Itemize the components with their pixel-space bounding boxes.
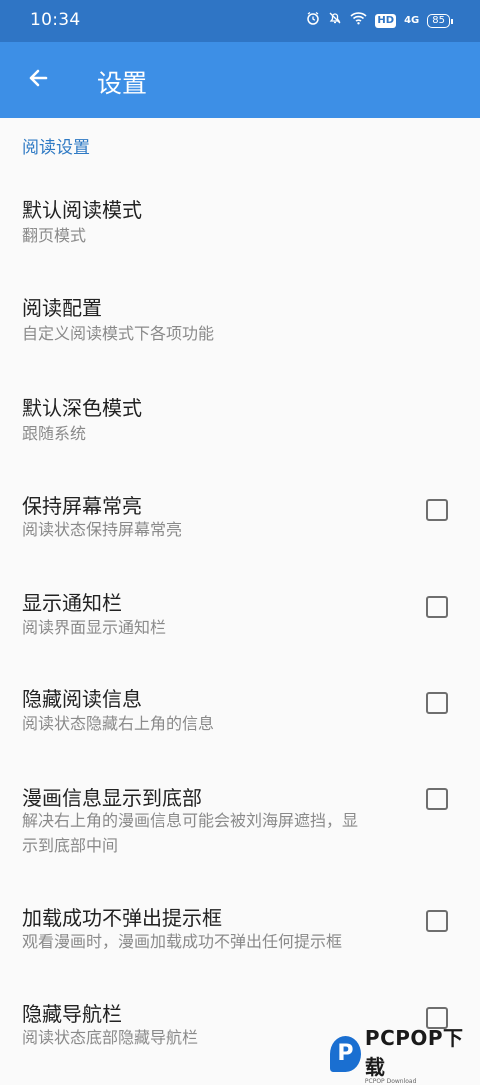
setting-subtitle: 跟随系统 <box>22 424 87 443</box>
show-notification-bar-checkbox[interactable] <box>426 596 448 618</box>
app-bar: 设置 <box>0 42 480 118</box>
setting-title: 显示通知栏 <box>22 591 122 615</box>
setting-hide-reading-info[interactable]: 隐藏阅读信息 阅读状态隐藏右上角的信息 <box>0 672 480 754</box>
section-header: 阅读设置 <box>22 138 90 158</box>
setting-title: 保持屏幕常亮 <box>22 494 142 518</box>
setting-subtitle-line1: 解决右上角的漫画信息可能会被刘海屏遮挡，显 <box>22 811 359 830</box>
alarm-icon <box>306 11 320 31</box>
setting-title: 默认阅读模式 <box>22 198 142 222</box>
setting-reading-config[interactable]: 阅读配置 自定义阅读模式下各项功能 <box>0 278 480 360</box>
setting-show-notification-bar[interactable]: 显示通知栏 阅读界面显示通知栏 <box>0 576 480 658</box>
back-button[interactable] <box>16 58 60 102</box>
setting-title: 加载成功不弹出提示框 <box>22 906 222 930</box>
arrow-left-icon <box>26 66 50 94</box>
setting-title: 隐藏阅读信息 <box>22 687 142 711</box>
setting-default-dark-mode[interactable]: 默认深色模式 跟随系统 <box>0 378 480 460</box>
wifi-icon <box>350 11 367 31</box>
setting-title: 默认深色模式 <box>22 396 142 420</box>
setting-subtitle: 翻页模式 <box>22 226 87 245</box>
watermark-subtext: PCPOP Download <box>364 1078 417 1085</box>
status-icons: HD 4G 85 <box>306 11 453 31</box>
watermark-text: PCPOP下载 <box>364 1026 464 1079</box>
page-title: 设置 <box>97 69 148 98</box>
signal-icon: 4G <box>404 15 420 26</box>
setting-title: 阅读配置 <box>22 296 102 320</box>
setting-no-load-popup[interactable]: 加载成功不弹出提示框 观看漫画时，漫画加载成功不弹出任何提示框 <box>0 890 480 972</box>
status-time: 10:34 <box>30 10 81 30</box>
keep-screen-on-checkbox[interactable] <box>426 499 448 521</box>
hd-icon: HD <box>375 14 397 28</box>
setting-subtitle: 观看漫画时，漫画加载成功不弹出任何提示框 <box>22 932 343 951</box>
setting-subtitle: 自定义阅读模式下各项功能 <box>22 324 215 343</box>
watermark-logo: P <box>330 1035 361 1072</box>
setting-subtitle-line2: 示到底部中间 <box>22 836 119 855</box>
setting-subtitle: 阅读状态底部隐藏导航栏 <box>22 1028 199 1047</box>
comic-info-bottom-checkbox[interactable] <box>426 788 448 810</box>
setting-subtitle: 阅读状态隐藏右上角的信息 <box>22 714 215 733</box>
setting-title: 隐藏导航栏 <box>22 1002 122 1026</box>
setting-comic-info-bottom[interactable]: 漫画信息显示到底部 解决右上角的漫画信息可能会被刘海屏遮挡，显 示到底部中间 <box>0 768 480 868</box>
setting-keep-screen-on[interactable]: 保持屏幕常亮 阅读状态保持屏幕常亮 <box>0 478 480 560</box>
watermark: P PCPOP下载 PCPOP Download <box>330 1022 480 1085</box>
setting-default-reading-mode[interactable]: 默认阅读模式 翻页模式 <box>0 178 480 260</box>
setting-title: 漫画信息显示到底部 <box>22 786 202 810</box>
no-load-popup-checkbox[interactable] <box>426 910 448 932</box>
setting-subtitle: 阅读状态保持屏幕常亮 <box>22 520 183 539</box>
setting-subtitle: 阅读界面显示通知栏 <box>22 618 167 637</box>
hide-reading-info-checkbox[interactable] <box>426 692 448 714</box>
battery-icon: 85 <box>427 14 453 28</box>
status-bar: 10:34 HD 4G 85 <box>0 0 480 42</box>
mute-icon <box>328 11 342 31</box>
